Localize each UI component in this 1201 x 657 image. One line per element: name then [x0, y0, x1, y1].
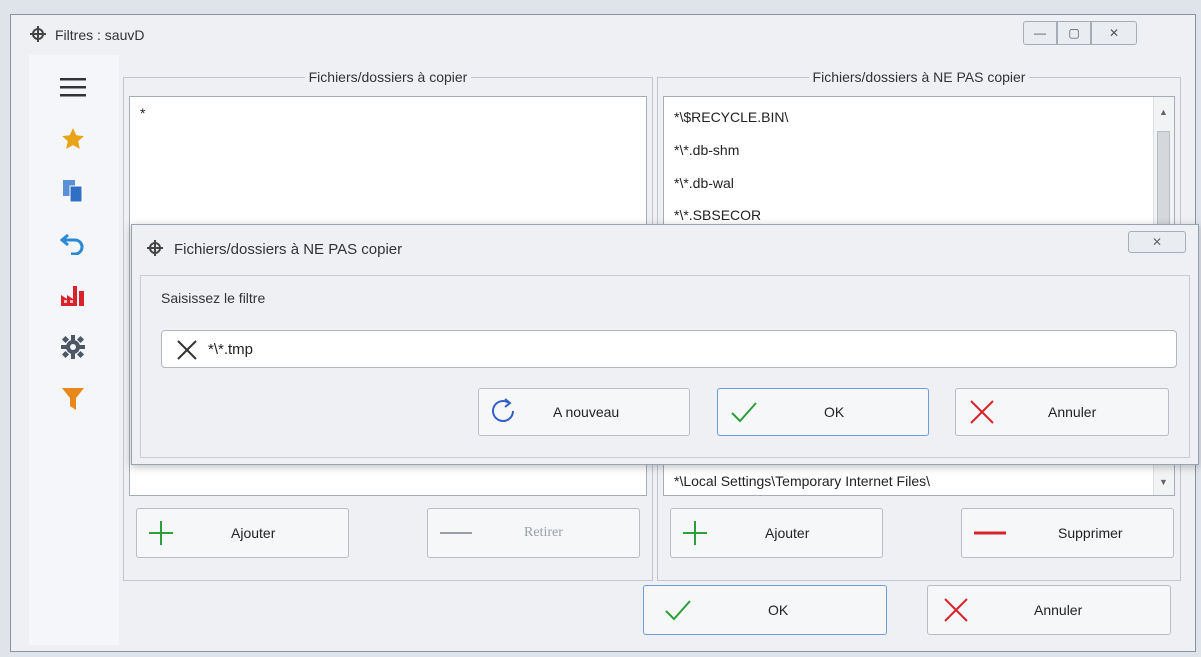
star-icon[interactable]: [59, 125, 87, 153]
app-icon: [30, 26, 46, 42]
dialog-ok-label: OK: [824, 404, 845, 420]
remove-include-label: Retirer: [524, 525, 563, 540]
add-include-button[interactable]: Ajouter: [136, 508, 349, 558]
again-button[interactable]: A nouveau: [478, 388, 690, 436]
list-item[interactable]: *: [140, 105, 145, 121]
cross-icon: [970, 400, 994, 424]
minus-icon: [974, 531, 1006, 535]
filter-input-value: *\*.tmp: [208, 341, 254, 358]
list-item[interactable]: *\$RECYCLE.BIN\: [674, 109, 788, 125]
dialog-close-button[interactable]: ✕: [1128, 231, 1186, 253]
cancel-label: Annuler: [1034, 602, 1083, 618]
plus-icon: [683, 521, 707, 545]
minus-icon: [440, 532, 472, 534]
dialog-ok-button[interactable]: OK: [717, 388, 929, 436]
delete-exclude-label: Supprimer: [1058, 525, 1123, 541]
list-item[interactable]: *\*.SBSECOR: [674, 207, 761, 223]
scroll-up-icon[interactable]: ▲: [1159, 107, 1168, 117]
again-label: A nouveau: [553, 404, 620, 420]
scroll-down-icon[interactable]: ▼: [1159, 477, 1168, 487]
menu-icon[interactable]: [59, 73, 87, 101]
close-button[interactable]: ✕: [1091, 21, 1137, 45]
maximize-button[interactable]: ▢: [1057, 21, 1091, 45]
include-title: Fichiers/dossiers à copier: [304, 69, 472, 85]
close-icon: ✕: [1108, 26, 1120, 40]
factory-icon[interactable]: [59, 281, 87, 309]
maximize-icon: ▢: [1068, 26, 1080, 40]
app-icon: [147, 240, 163, 256]
add-exclude-label: Ajouter: [765, 525, 810, 541]
list-item[interactable]: *\*.db-shm: [674, 142, 739, 158]
dialog-cancel-button[interactable]: Annuler: [955, 388, 1169, 436]
filter-prompt: Saisissez le filtre: [161, 290, 266, 306]
exclude-title: Fichiers/dossiers à NE PAS copier: [808, 69, 1030, 85]
copy-icon[interactable]: [59, 177, 87, 205]
filter-input[interactable]: *\*.tmp: [161, 330, 1177, 368]
check-icon: [731, 402, 757, 423]
filter-icon[interactable]: [59, 385, 87, 413]
dialog-title-bar: Fichiers/dossiers à NE PAS copier ✕: [132, 225, 1198, 275]
list-item[interactable]: *\Local Settings\Temporary Internet File…: [674, 473, 930, 489]
ok-button[interactable]: OK: [643, 585, 887, 635]
dialog-title: Fichiers/dossiers à NE PAS copier: [174, 241, 403, 258]
minimize-button[interactable]: —: [1023, 21, 1057, 45]
window-title: Filtres : sauvD: [55, 27, 145, 43]
title-bar: Filtres : sauvD — ▢ ✕: [11, 15, 1195, 55]
check-icon: [665, 600, 691, 621]
plus-icon: [149, 521, 173, 545]
undo-icon[interactable]: [59, 229, 87, 257]
filter-dialog: Fichiers/dossiers à NE PAS copier ✕ Sais…: [131, 224, 1199, 465]
close-icon: ✕: [1151, 235, 1163, 249]
delete-exclude-button[interactable]: Supprimer: [961, 508, 1174, 558]
minimize-icon: —: [1034, 26, 1046, 40]
cancel-button[interactable]: Annuler: [927, 585, 1171, 635]
gear-icon[interactable]: [59, 333, 87, 361]
clear-icon[interactable]: [176, 339, 198, 361]
list-item[interactable]: *\*.db-wal: [674, 175, 734, 191]
dialog-cancel-label: Annuler: [1048, 404, 1097, 420]
add-include-label: Ajouter: [231, 525, 276, 541]
sidebar: [29, 55, 119, 645]
redo-icon: [492, 398, 514, 422]
add-exclude-button[interactable]: Ajouter: [670, 508, 883, 558]
dialog-body: Saisissez le filtre *\*.tmp A nouveau OK…: [140, 275, 1190, 458]
ok-label: OK: [768, 602, 789, 618]
cross-icon: [944, 598, 968, 622]
remove-include-button[interactable]: Retirer: [427, 508, 640, 558]
